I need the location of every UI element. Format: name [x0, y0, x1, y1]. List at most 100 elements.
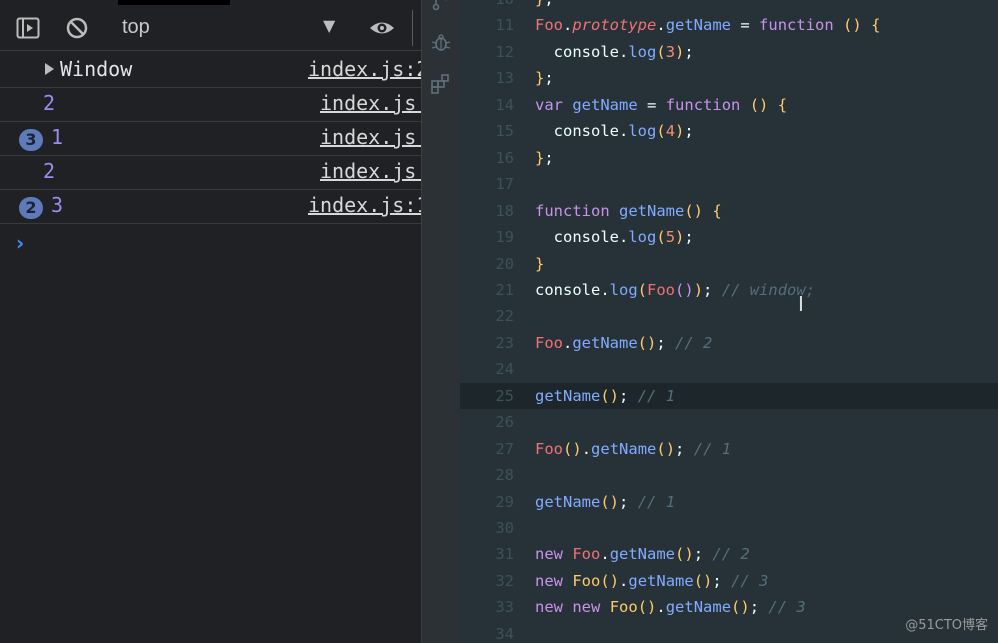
repeat-count-badge: 2: [19, 197, 43, 219]
code-line[interactable]: 31 new Foo.getName(); // 2: [460, 541, 998, 567]
line-number: 23: [495, 333, 514, 352]
code-line[interactable]: 22: [460, 303, 998, 329]
line-number: 12: [495, 42, 514, 61]
log-value: 1: [51, 125, 64, 149]
log-value: 2: [43, 159, 56, 183]
code-line[interactable]: 30: [460, 515, 998, 541]
code-text: new Foo.getName(); // 2: [535, 545, 750, 564]
line-number: 32: [495, 571, 514, 590]
code-text: function getName() {: [535, 201, 722, 220]
expand-triangle-icon[interactable]: [45, 63, 54, 75]
sidebar-toggle-icon[interactable]: [16, 16, 40, 40]
code-editor[interactable]: 10}; 11 Foo.prototype.getName = function (…: [460, 0, 998, 643]
code-line[interactable]: 27 Foo().getName(); // 1: [460, 436, 998, 462]
line-number: 14: [495, 95, 514, 114]
code-text: }: [535, 254, 545, 273]
line-number: 19: [495, 228, 514, 247]
code-line[interactable]: 19 console.log(5);: [460, 224, 998, 250]
toolbar-divider: [412, 10, 413, 46]
code-text: getName(); // 1: [535, 386, 676, 405]
line-number: 27: [495, 439, 514, 458]
console-row: Window index.js:2: [0, 54, 421, 88]
code-line[interactable]: 26: [460, 409, 998, 435]
code-text: var getName = function () {: [535, 95, 788, 114]
log-message: 3: [51, 193, 63, 217]
code-text: console.log(4);: [553, 122, 694, 141]
source-link[interactable]: index.js:: [320, 125, 421, 149]
code-line[interactable]: 25 getName(); // 1: [460, 382, 998, 409]
code-text: new new Foo().getName(); // 3: [535, 598, 806, 617]
code-line[interactable]: 29 getName(); // 1: [460, 489, 998, 515]
code-line[interactable]: 17: [460, 171, 998, 197]
console-toolbar: top ▼: [0, 6, 421, 51]
line-number: 20: [495, 254, 514, 273]
line-number: 26: [495, 413, 514, 432]
debug-icon[interactable]: [430, 32, 452, 58]
text-cursor-icon: I: [798, 292, 804, 316]
source-link[interactable]: index.js:2: [308, 57, 421, 81]
code-line[interactable]: 16};: [460, 145, 998, 171]
devtools-console: top ▼ Window index.js:2 2 index.js: 3 1 index.…: [0, 0, 421, 643]
code-text: };: [535, 0, 554, 12]
code-line[interactable]: 21 console.log(Foo()); // window;: [460, 277, 998, 303]
extensions-icon[interactable]: [430, 73, 452, 99]
line-number: 15: [495, 122, 514, 141]
line-number: 10: [476, 0, 514, 12]
line-number: 34: [495, 624, 514, 643]
line-number: 33: [495, 598, 514, 617]
line-number: 11: [495, 16, 514, 35]
code-line[interactable]: 15 console.log(4);: [460, 118, 998, 144]
log-message: 1: [51, 125, 63, 149]
code-text: new Foo().getName(); // 3: [535, 571, 769, 590]
eye-icon[interactable]: [368, 16, 396, 40]
code-text: Foo.getName(); // 2: [535, 333, 713, 352]
chevron-down-icon[interactable]: ▼: [323, 16, 335, 35]
code-line[interactable]: 13};: [460, 65, 998, 91]
console-prompt[interactable]: ›: [16, 231, 24, 255]
log-value: Window: [60, 57, 133, 81]
line-number: 22: [495, 307, 514, 326]
code-text: getName(); // 1: [535, 492, 676, 511]
line-number: 24: [495, 360, 514, 379]
line-number: 30: [495, 519, 514, 537]
log-message: 2: [43, 91, 55, 115]
code-line[interactable]: 11 Foo.prototype.getName = function () {: [460, 12, 998, 38]
code-line[interactable]: 23 Foo.getName(); // 2: [460, 330, 998, 356]
code-text: console.log(3);: [553, 42, 694, 61]
context-selector[interactable]: top: [122, 16, 150, 39]
activity-bar: [421, 0, 460, 643]
code-text: Foo.prototype.getName = function () {: [535, 16, 881, 35]
line-number: 28: [495, 466, 514, 485]
code-text: };: [535, 69, 554, 88]
code-line[interactable]: 32 new Foo().getName(); // 3: [460, 568, 998, 594]
line-number: 31: [495, 545, 514, 564]
source-link[interactable]: index.js:: [320, 159, 421, 183]
source-link[interactable]: index.js:1: [308, 193, 421, 217]
console-row: 3 1 index.js:: [0, 122, 421, 156]
source-link[interactable]: index.js:: [320, 91, 421, 115]
line-number: 16: [495, 148, 514, 167]
line-number: 18: [495, 201, 514, 220]
line-number: 21: [495, 280, 514, 299]
watermark: @51CTO博客: [905, 618, 988, 633]
line-number: 29: [495, 492, 514, 511]
console-row: 2 3 index.js:1: [0, 190, 421, 224]
code-text: };: [535, 148, 554, 167]
source-control-icon[interactable]: [431, 0, 451, 16]
code-line[interactable]: 10};: [460, 0, 998, 12]
console-row: 2 index.js:: [0, 88, 421, 122]
clear-console-icon[interactable]: [65, 16, 89, 40]
code-line[interactable]: 12 console.log(3);: [460, 39, 998, 65]
line-number: 13: [495, 69, 514, 88]
code-line[interactable]: 28: [460, 462, 998, 488]
code-line[interactable]: 18 function getName() {: [460, 198, 998, 224]
code-line[interactable]: 24: [460, 356, 998, 382]
log-value: 2: [43, 91, 56, 115]
code-line[interactable]: 14 var getName = function () {: [460, 92, 998, 118]
tab-strip: [118, 0, 230, 5]
log-value: 3: [51, 193, 64, 217]
code-line[interactable]: 20}: [460, 251, 998, 277]
line-number: 17: [495, 175, 514, 194]
code-text: console.log(5);: [553, 228, 694, 247]
code-text: console.log(Foo()); // window;: [535, 280, 816, 299]
